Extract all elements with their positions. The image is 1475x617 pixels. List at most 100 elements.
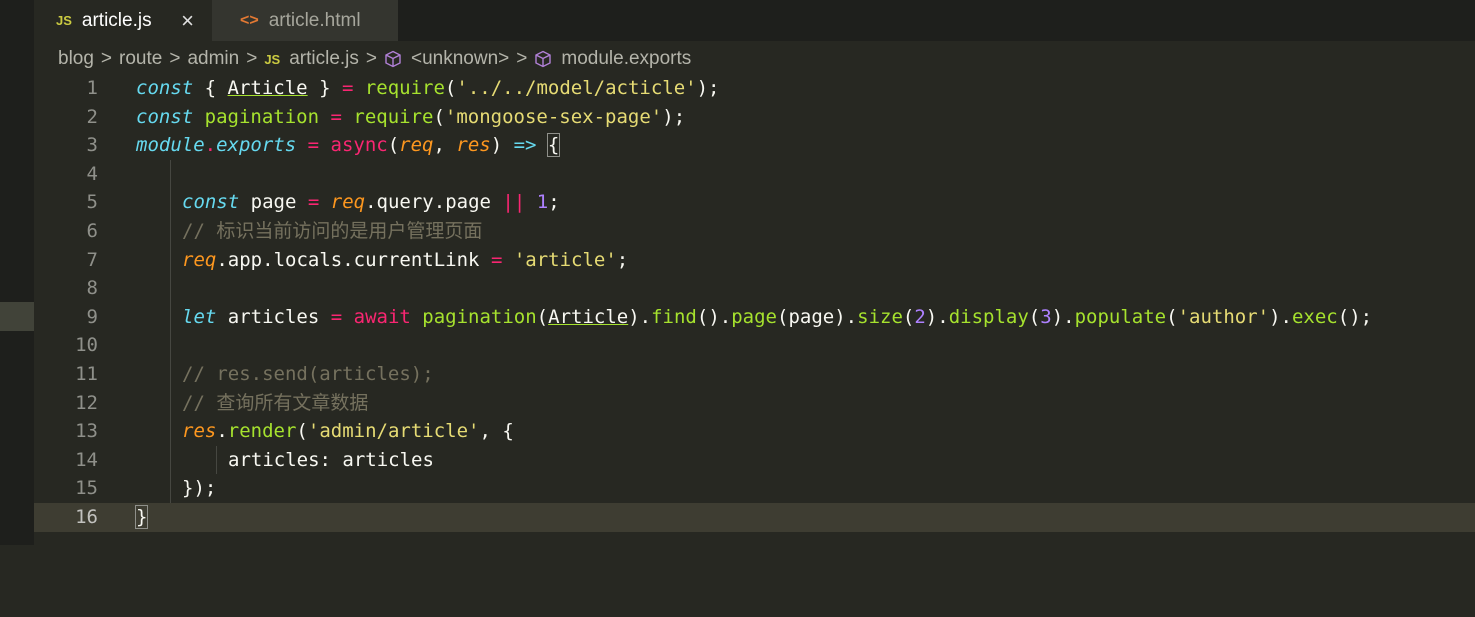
breadcrumb-separator: >	[365, 48, 378, 69]
code-token: ,	[479, 420, 503, 443]
code-token: )	[1349, 305, 1361, 328]
code-token: await	[353, 305, 411, 328]
code-token: ,	[433, 134, 457, 157]
code-line: 5 const page = req.query.page || 1;	[34, 188, 1475, 217]
code-token: res	[182, 420, 217, 443]
code-token: articles:	[228, 448, 343, 471]
code-token: async	[330, 134, 388, 157]
breadcrumb-item-blog[interactable]: blog	[58, 48, 94, 70]
close-icon[interactable]: ×	[181, 8, 194, 34]
line-number: 4	[86, 162, 98, 185]
html-file-icon: <>	[240, 11, 259, 29]
javascript-file-icon: JS	[264, 51, 281, 67]
code-token: query	[376, 191, 434, 214]
code-line: 15 });	[34, 474, 1475, 503]
code-token: (	[902, 305, 915, 328]
code-token: (	[1166, 305, 1178, 328]
code-token: 'article'	[513, 248, 617, 271]
code-line: 7 req.app.locals.currentLink = 'article'…	[34, 246, 1475, 275]
tab-bar: JS article.js × <> article.html	[34, 0, 1475, 41]
code-token: )	[662, 105, 674, 128]
code-line: 6 // 标识当前访问的是用户管理页面	[34, 217, 1475, 246]
code-token: (	[696, 305, 709, 328]
line-number: 12	[75, 391, 98, 414]
line-highlight-marker	[0, 302, 34, 331]
code-token: const	[182, 191, 240, 214]
breadcrumb-separator: >	[246, 48, 258, 69]
line-number: 14	[75, 448, 98, 471]
code-token: =>	[502, 134, 548, 157]
code-token: currentLink	[353, 248, 480, 271]
code-comment: // 查询所有文章数据	[182, 391, 369, 414]
tab-label: article.js	[81, 9, 152, 31]
breadcrumb-item-module-exports[interactable]: module.exports	[561, 48, 691, 70]
code-token: ;	[708, 77, 720, 99]
breadcrumb-item-unknown[interactable]: <unknown>	[411, 48, 509, 70]
line-number: 7	[86, 248, 98, 271]
code-token: display	[948, 305, 1029, 328]
code-token: res	[456, 134, 491, 157]
code-line: 8	[34, 274, 1475, 303]
code-token: (	[1337, 305, 1350, 328]
code-token: ;	[673, 105, 686, 128]
code-token: page	[788, 305, 835, 328]
code-token: ;	[616, 248, 629, 271]
code-comment: // res.send(articles);	[182, 363, 434, 385]
line-number: 1	[86, 77, 98, 99]
line-number: 9	[86, 305, 98, 328]
code-token: )	[708, 305, 720, 328]
code-token: (	[433, 105, 445, 128]
code-token: app	[227, 248, 263, 271]
code-token: 1	[536, 191, 549, 214]
breadcrumb-separator: >	[516, 48, 528, 69]
line-number: 11	[75, 363, 98, 385]
code-token: req	[399, 134, 434, 157]
code-token: .	[937, 305, 949, 328]
code-token: pagination	[204, 105, 320, 128]
code-token: .	[1280, 305, 1292, 328]
breadcrumb-item-route[interactable]: route	[119, 48, 162, 70]
code-token: 'admin/article'	[307, 420, 480, 443]
javascript-file-icon: JS	[56, 13, 72, 28]
code-token: )	[490, 134, 503, 157]
code-line: 2 const pagination = require('mongoose-s…	[34, 103, 1475, 132]
code-token: )	[1269, 305, 1281, 328]
code-token: find	[651, 305, 697, 328]
code-token: page	[250, 191, 297, 214]
code-token: )	[1051, 305, 1064, 328]
code-token: articles	[342, 448, 434, 471]
code-token: {	[546, 133, 561, 158]
code-token: Article	[227, 77, 308, 99]
code-token: (	[777, 305, 789, 328]
code-token: require	[353, 105, 434, 128]
code-editor[interactable]: 1 const { Article } = require('../../mod…	[34, 74, 1475, 545]
breadcrumb-item-file[interactable]: article.js	[289, 48, 359, 70]
line-number: 16	[75, 506, 98, 528]
code-token: .	[216, 420, 228, 443]
breadcrumb: blog > route > admin > JS article.js > <…	[58, 45, 691, 73]
symbol-cube-icon	[534, 48, 552, 70]
code-token: .	[262, 248, 274, 271]
code-token: '../../model/acticle'	[456, 77, 697, 99]
code-token: req	[330, 191, 366, 214]
code-token: render	[227, 420, 297, 443]
tab-article-js[interactable]: JS article.js ×	[34, 0, 212, 41]
code-token: size	[857, 305, 903, 328]
code-token: =	[479, 248, 514, 271]
code-token: exports	[216, 134, 297, 157]
code-line: 14 articles: articles	[34, 446, 1475, 475]
breadcrumb-separator: >	[169, 48, 181, 69]
code-token: {	[502, 420, 514, 443]
breadcrumb-item-admin[interactable]: admin	[187, 48, 239, 70]
code-token: .	[433, 191, 446, 214]
code-token: const	[136, 105, 194, 128]
tab-article-html[interactable]: <> article.html	[212, 0, 398, 41]
code-token: .	[1063, 305, 1075, 328]
code-token: =	[319, 305, 354, 328]
code-token: )	[834, 305, 846, 328]
code-token: populate	[1074, 305, 1167, 328]
code-token: page	[445, 191, 491, 214]
